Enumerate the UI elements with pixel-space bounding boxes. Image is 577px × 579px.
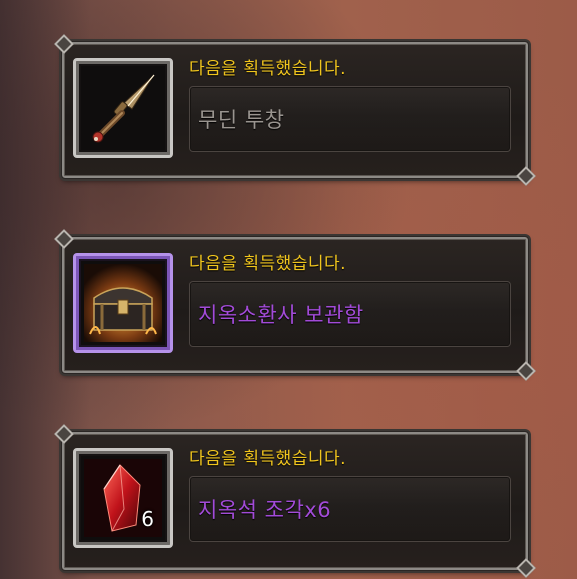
item-name: 지옥소환사 보관함 <box>198 303 364 327</box>
item-name-box: 지옥석 조각x6 <box>189 476 511 542</box>
notification-title: 다음을 획득했습니다. <box>189 254 347 274</box>
item-icon-frame <box>73 58 173 158</box>
loot-notification-2: 다음을 획득했습니다. 지옥소환사 보관함 <box>61 236 529 374</box>
item-icon-frame: 6 <box>73 448 173 548</box>
treasure-chest-icon <box>84 264 162 342</box>
red-crystal-icon: 6 <box>84 459 162 537</box>
loot-notification-3: 6 다음을 획득했습니다. 지옥석 조각x6 <box>61 431 529 571</box>
item-stack-count: 6 <box>141 507 154 531</box>
item-name: 무딘 투창 <box>198 108 285 132</box>
item-icon-frame <box>73 253 173 353</box>
loot-notification-1: 다음을 획득했습니다. 무딘 투창 <box>61 41 529 179</box>
notification-title: 다음을 획득했습니다. <box>189 59 347 79</box>
spear-icon <box>84 69 162 147</box>
item-name: 지옥석 조각x6 <box>198 498 332 522</box>
notification-title: 다음을 획득했습니다. <box>189 449 347 469</box>
item-name-box: 지옥소환사 보관함 <box>189 281 511 347</box>
item-name-box: 무딘 투창 <box>189 86 511 152</box>
